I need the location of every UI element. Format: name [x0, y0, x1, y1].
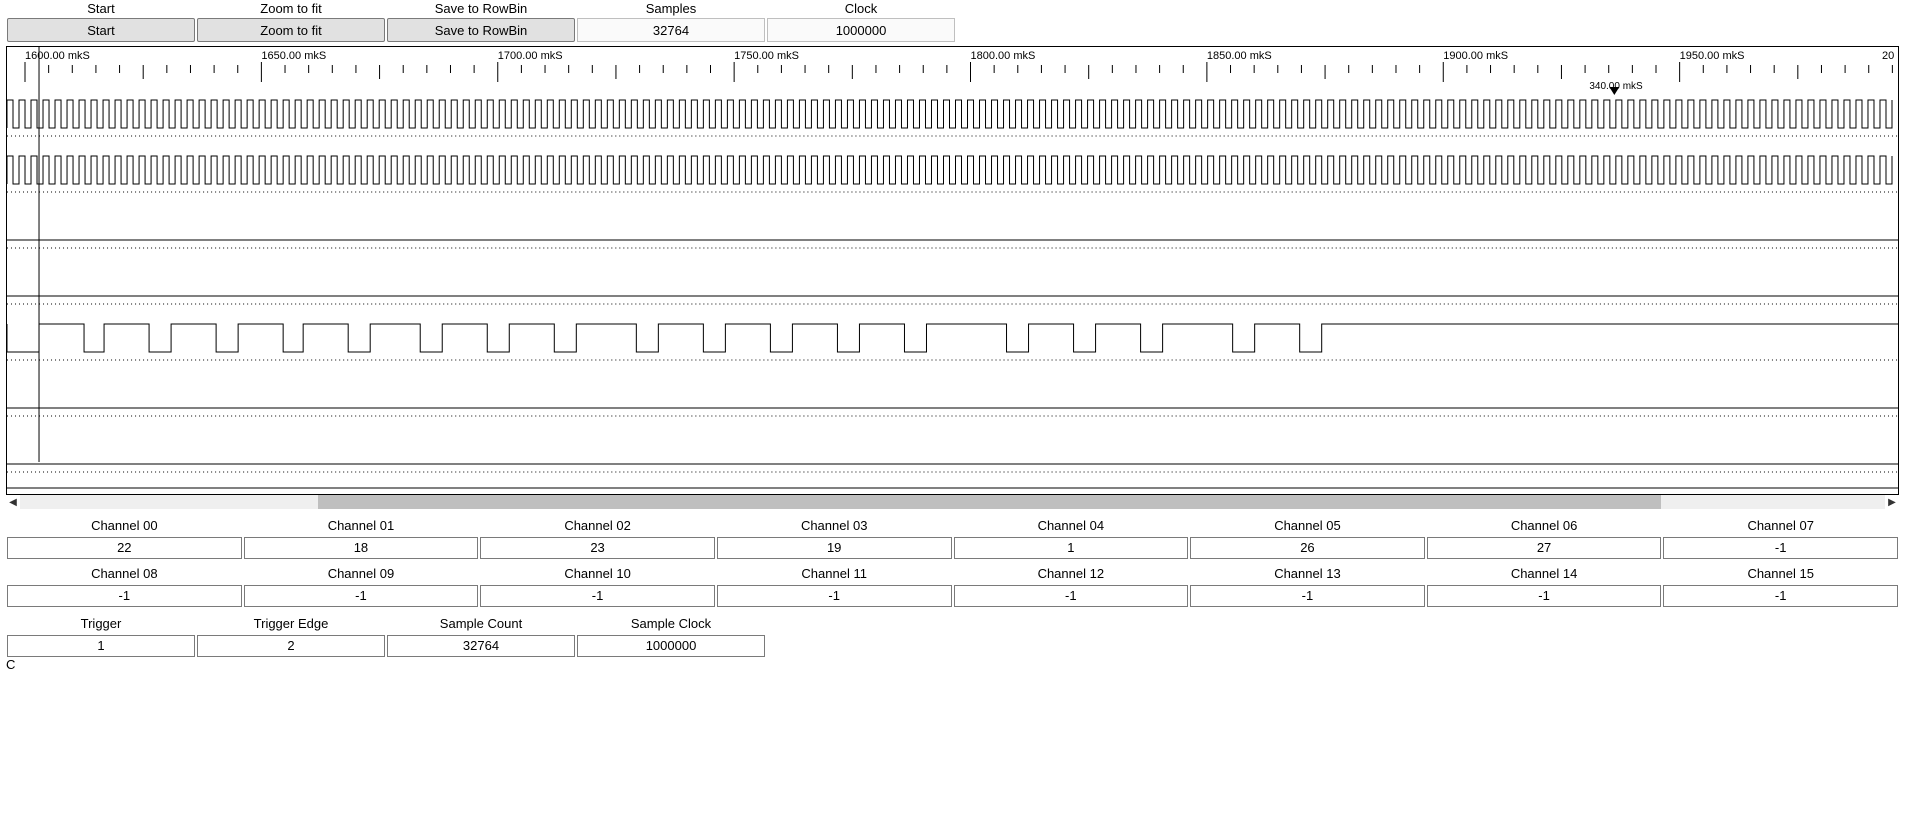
- config-value-0[interactable]: 1: [7, 635, 195, 657]
- channel-header-5: Channel 05: [1189, 515, 1426, 537]
- scroll-left-icon[interactable]: ◀: [6, 495, 20, 509]
- channel-header-3: Channel 03: [716, 515, 953, 537]
- scrollbar-thumb[interactable]: [318, 495, 1661, 509]
- channel-header-7: Channel 15: [1662, 563, 1899, 585]
- channel-value-2[interactable]: -1: [480, 585, 715, 607]
- channel-header-4: Channel 04: [953, 515, 1190, 537]
- channel-value-1[interactable]: -1: [244, 585, 479, 607]
- svg-text:1750.00 mkS: 1750.00 mkS: [734, 50, 799, 62]
- channel-value-4[interactable]: 1: [954, 537, 1189, 559]
- channel-header-7: Channel 07: [1662, 515, 1899, 537]
- channel-value-0[interactable]: 22: [7, 537, 242, 559]
- channel-value-6[interactable]: 27: [1427, 537, 1662, 559]
- channel-header-3: Channel 11: [716, 563, 953, 585]
- toolbar-header-save: Save to RowBin: [386, 0, 576, 18]
- channel-header-0: Channel 00: [6, 515, 243, 537]
- waveform-viewport[interactable]: 1600.00 mkS 1650.00 mkS 1700.00 mkS 1750.00…: [6, 46, 1899, 495]
- channel-value-5[interactable]: -1: [1190, 585, 1425, 607]
- scrollbar-track[interactable]: [20, 495, 1885, 509]
- config-header-1: Trigger Edge: [196, 613, 386, 635]
- channel-header-1: Channel 01: [243, 515, 480, 537]
- toolbar-header-start: Start: [6, 0, 196, 18]
- scroll-right-icon[interactable]: ▶: [1885, 495, 1899, 509]
- config-header-2: Sample Count: [386, 613, 576, 635]
- channel-value-3[interactable]: -1: [717, 585, 952, 607]
- toolbar-header-clock: Clock: [766, 0, 956, 18]
- channel-header-5: Channel 13: [1189, 563, 1426, 585]
- footer-char: C: [0, 657, 1905, 672]
- waveform-scrollbar[interactable]: ◀ ▶: [6, 495, 1899, 509]
- svg-text:1650.00 mkS: 1650.00 mkS: [261, 50, 326, 62]
- channel-header-6: Channel 06: [1426, 515, 1663, 537]
- config-header-0: Trigger: [6, 613, 196, 635]
- channel-header-0: Channel 08: [6, 563, 243, 585]
- svg-text:1800.00 mkS: 1800.00 mkS: [971, 50, 1036, 62]
- channel-header-2: Channel 02: [479, 515, 716, 537]
- svg-text:1950.00 mkS: 1950.00 mkS: [1680, 50, 1745, 62]
- config-value-1[interactable]: 2: [197, 635, 385, 657]
- svg-text:1850.00 mkS: 1850.00 mkS: [1207, 50, 1272, 62]
- clock-input[interactable]: 1000000: [767, 18, 955, 42]
- svg-text:1900.00 mkS: 1900.00 mkS: [1443, 50, 1508, 62]
- channel-value-1[interactable]: 18: [244, 537, 479, 559]
- start-button[interactable]: Start: [7, 18, 195, 42]
- channel-value-7[interactable]: -1: [1663, 585, 1898, 607]
- zoom-button[interactable]: Zoom to fit: [197, 18, 385, 42]
- channel-value-3[interactable]: 19: [717, 537, 952, 559]
- svg-text:1600.00 mkS: 1600.00 mkS: [25, 50, 90, 62]
- channel-header-4: Channel 12: [953, 563, 1190, 585]
- channel-header-2: Channel 10: [479, 563, 716, 585]
- channel-value-2[interactable]: 23: [480, 537, 715, 559]
- samples-input[interactable]: 32764: [577, 18, 765, 42]
- channel-header-6: Channel 14: [1426, 563, 1663, 585]
- channel-value-0[interactable]: -1: [7, 585, 242, 607]
- svg-text:1700.00 mkS: 1700.00 mkS: [498, 50, 563, 62]
- svg-text:20: 20: [1882, 50, 1894, 62]
- channel-value-6[interactable]: -1: [1427, 585, 1662, 607]
- save-button[interactable]: Save to RowBin: [387, 18, 575, 42]
- channel-value-5[interactable]: 26: [1190, 537, 1425, 559]
- toolbar-header-samples: Samples: [576, 0, 766, 18]
- toolbar-header-zoom: Zoom to fit: [196, 0, 386, 18]
- channel-value-7[interactable]: -1: [1663, 537, 1898, 559]
- config-value-3[interactable]: 1000000: [577, 635, 765, 657]
- channel-value-4[interactable]: -1: [954, 585, 1189, 607]
- channel-header-1: Channel 09: [243, 563, 480, 585]
- config-value-2[interactable]: 32764: [387, 635, 575, 657]
- config-header-3: Sample Clock: [576, 613, 766, 635]
